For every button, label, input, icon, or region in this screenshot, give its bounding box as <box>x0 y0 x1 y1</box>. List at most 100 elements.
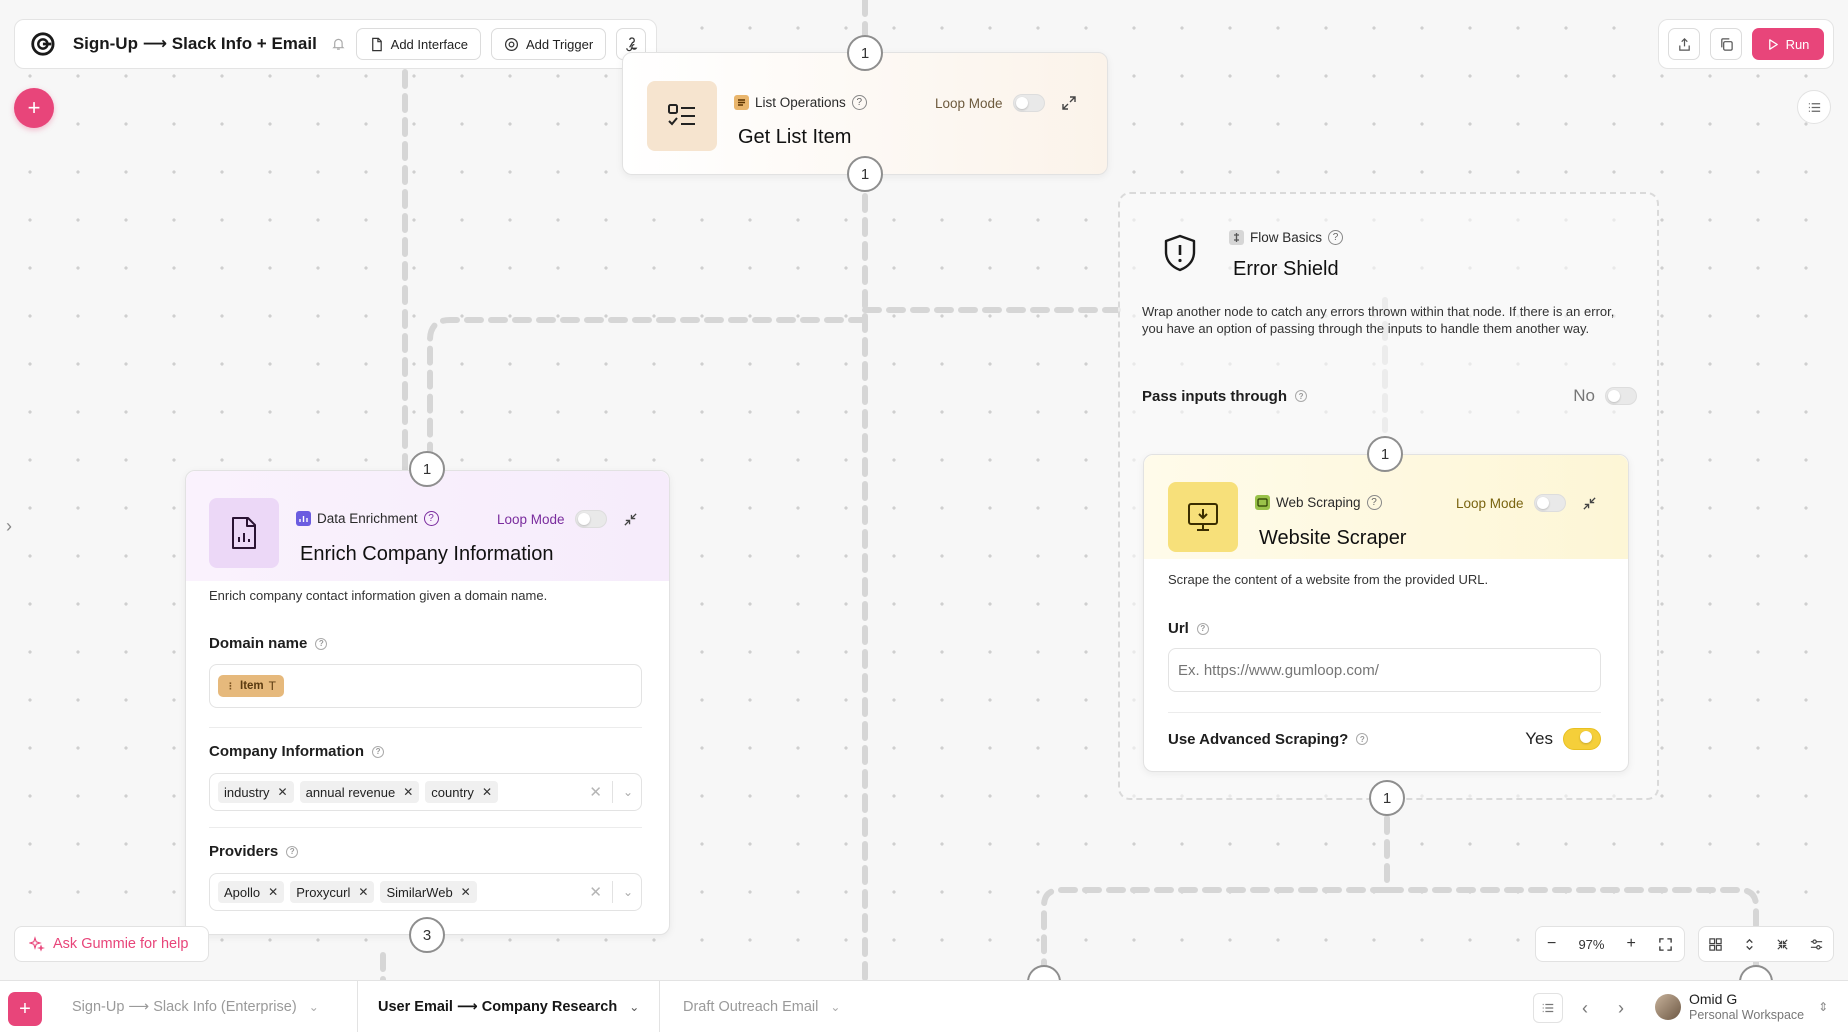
sparkle-icon <box>29 936 45 952</box>
user-workspace: Personal Workspace <box>1689 1008 1805 1022</box>
company-info-chip[interactable]: country ✕ <box>425 781 498 803</box>
enrich-description: Enrich company contact information given… <box>209 588 548 603</box>
expand-icon[interactable] <box>1061 95 1077 111</box>
help-icon[interactable]: ? <box>286 845 299 858</box>
tab-signup-slack-enterprise[interactable]: Sign-Up ⟶ Slack Info (Enterprise) ⌄ <box>72 981 319 1032</box>
input-port-badge[interactable]: 1 <box>1367 436 1403 472</box>
enrich-title[interactable]: Enrich Company Information <box>300 543 553 566</box>
input-port-badge[interactable]: 1 <box>409 451 445 487</box>
company-info-chip[interactable]: industry ✕ <box>218 781 294 803</box>
advanced-scraping-row: Use Advanced Scraping? ? Yes <box>1168 728 1601 750</box>
help-icon[interactable]: ? <box>1328 230 1344 245</box>
zoom-level[interactable]: 97% <box>1578 937 1604 952</box>
next-tab-button[interactable]: › <box>1606 993 1636 1023</box>
flow-title[interactable]: Sign-Up ⟶ Slack Info + Email <box>73 34 317 54</box>
ask-gummie-button[interactable]: Ask Gummie for help <box>14 926 209 962</box>
grid-icon[interactable] <box>1708 937 1723 952</box>
monitor-download-icon <box>1188 503 1218 531</box>
error-shield-title[interactable]: Error Shield <box>1233 258 1339 281</box>
duplicate-button[interactable] <box>1710 28 1742 60</box>
remove-chip-icon[interactable]: ✕ <box>268 885 278 899</box>
add-node-button[interactable]: + <box>14 88 54 128</box>
help-icon[interactable]: ? <box>315 637 328 650</box>
help-icon[interactable]: ? <box>851 95 867 110</box>
provider-chip[interactable]: Apollo ✕ <box>218 881 285 903</box>
new-tab-button[interactable]: + <box>8 992 42 1026</box>
add-interface-button[interactable]: Add Interface <box>355 28 481 60</box>
loop-mode-toggle[interactable] <box>1533 494 1566 512</box>
add-trigger-button[interactable]: Add Trigger <box>490 28 607 60</box>
collapse-all-icon[interactable] <box>1775 937 1790 952</box>
chevron-down-icon[interactable]: ⌄ <box>309 1000 319 1014</box>
zoom-out-icon[interactable]: − <box>1547 935 1556 953</box>
collapse-icon[interactable] <box>623 512 638 527</box>
collapse-icon[interactable] <box>1582 496 1597 511</box>
tab-label: Draft Outreach Email <box>683 999 819 1015</box>
providers-multiselect[interactable]: Apollo ✕ Proxycurl ✕ SimilarWeb ✕ ✕ ⌄ <box>209 873 642 911</box>
user-menu[interactable]: Omid G Personal Workspace ⇕ <box>1655 991 1828 1023</box>
prev-tab-button[interactable]: ‹ <box>1570 993 1600 1023</box>
flow-canvas[interactable]: Sign-Up ⟶ Slack Info + Email Add Interfa… <box>0 0 1848 980</box>
tab-draft-outreach-email[interactable]: Draft Outreach Email ⌄ <box>683 981 840 1032</box>
tab-list-button[interactable] <box>1533 993 1563 1023</box>
remove-chip-icon[interactable]: ✕ <box>461 885 471 899</box>
help-icon[interactable]: ? <box>1295 390 1308 402</box>
help-icon[interactable]: ? <box>1196 622 1209 635</box>
loop-mode-toggle[interactable] <box>1012 94 1045 112</box>
url-label: Url <box>1168 620 1189 637</box>
chevron-down-icon[interactable]: ⌄ <box>830 1000 840 1014</box>
help-icon[interactable]: ? <box>1356 733 1369 745</box>
company-info-multiselect[interactable]: industry ✕ annual revenue ✕ country ✕ ✕ ⌄ <box>209 773 642 811</box>
help-icon[interactable]: ? <box>1366 495 1382 510</box>
chevron-down-icon[interactable]: ⌄ <box>629 1000 639 1014</box>
help-icon[interactable]: ? <box>372 745 385 758</box>
help-icon[interactable]: ? <box>423 511 439 526</box>
clear-icon[interactable]: ✕ <box>589 883 602 901</box>
output-port-badge[interactable]: 1 <box>847 156 883 192</box>
list-item-icon-tile <box>647 81 717 151</box>
domain-name-input[interactable]: ⋮ Item T <box>209 664 642 708</box>
item-variable-chip[interactable]: ⋮ Item T <box>218 675 284 697</box>
remove-chip-icon[interactable]: ✕ <box>403 785 413 799</box>
domain-name-field-label: Domain name ? <box>209 635 328 652</box>
expand-vertical-icon[interactable] <box>1742 937 1757 952</box>
node-list-button[interactable] <box>1797 90 1831 124</box>
run-label: Run <box>1785 36 1810 52</box>
provider-chip[interactable]: Proxycurl ✕ <box>290 881 375 903</box>
run-button[interactable]: Run <box>1752 28 1824 60</box>
advanced-scraping-toggle[interactable] <box>1563 728 1601 750</box>
scraper-icon-tile <box>1168 482 1238 552</box>
provider-chip[interactable]: SimilarWeb ✕ <box>380 881 477 903</box>
company-info-chip[interactable]: annual revenue ✕ <box>299 781 420 803</box>
node-website-scraper[interactable]: Web Scraping ? Loop Mode Website Scraper… <box>1143 454 1629 772</box>
chevron-right-icon[interactable]: › <box>6 516 12 537</box>
list-item-title[interactable]: Get List Item <box>738 126 851 149</box>
remove-chip-icon[interactable]: ✕ <box>482 785 492 799</box>
zoom-in-icon[interactable]: + <box>1627 935 1636 953</box>
bell-icon[interactable] <box>331 36 346 52</box>
share-button[interactable] <box>1668 28 1700 60</box>
output-port-badge[interactable]: 3 <box>409 917 445 953</box>
wire-scraper-out <box>1041 815 1390 980</box>
domain-name-label: Domain name <box>209 635 308 652</box>
ask-gummie-label: Ask Gummie for help <box>53 936 189 952</box>
share-icon <box>1678 37 1690 51</box>
output-port-badge[interactable]: 1 <box>1369 780 1405 816</box>
remove-chip-icon[interactable]: ✕ <box>358 885 368 899</box>
loop-mode-toggle[interactable] <box>574 510 607 528</box>
scraper-title[interactable]: Website Scraper <box>1259 527 1406 550</box>
fit-view-icon[interactable] <box>1658 937 1673 952</box>
input-port-badge[interactable]: 1 <box>847 35 883 71</box>
url-input[interactable] <box>1168 648 1601 692</box>
sliders-icon[interactable] <box>1809 937 1824 952</box>
pass-inputs-toggle[interactable] <box>1605 387 1637 405</box>
remove-chip-icon[interactable]: ✕ <box>278 785 288 799</box>
chevron-down-icon[interactable]: ⌄ <box>623 785 633 799</box>
tab-user-email-company-research[interactable]: User Email ⟶ Company Research ⌄ <box>357 981 661 1032</box>
chip-label: Proxycurl <box>296 884 351 900</box>
chevron-down-icon[interactable]: ⌄ <box>623 885 633 899</box>
gumloop-logo-icon[interactable] <box>29 29 57 59</box>
clear-icon[interactable]: ✕ <box>589 783 602 801</box>
run-toolbar: Run <box>1658 19 1834 69</box>
node-enrich-company[interactable]: Data Enrichment ? Loop Mode Enrich Compa… <box>185 470 670 935</box>
